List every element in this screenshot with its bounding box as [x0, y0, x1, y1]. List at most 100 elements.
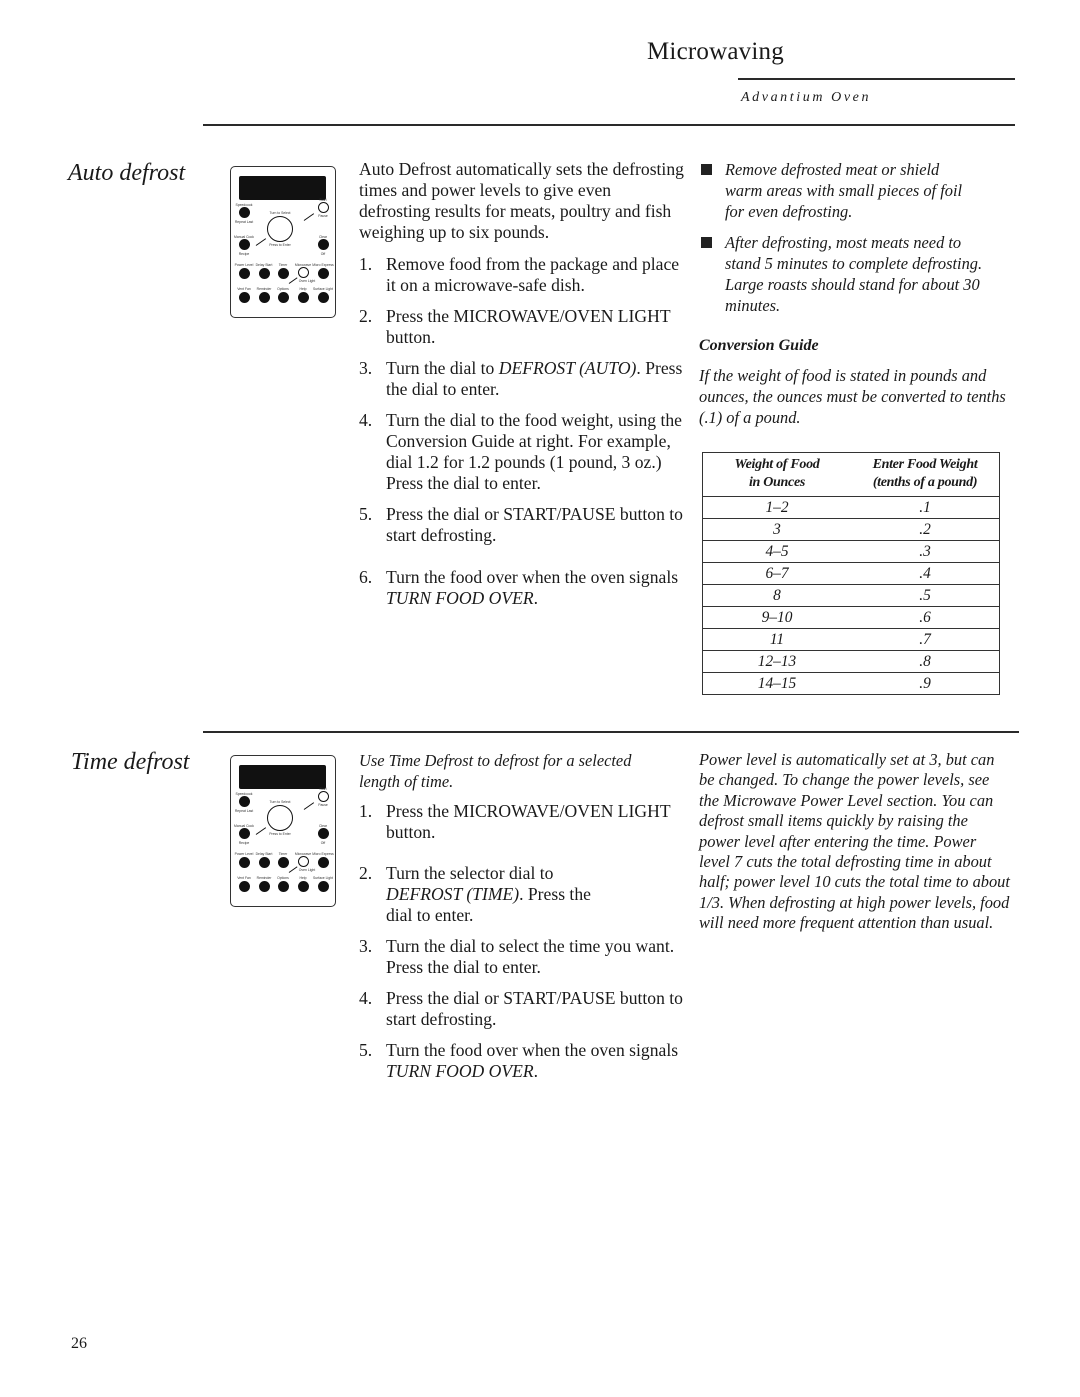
tenths-cell: .2: [851, 518, 1000, 541]
step-item: 4. Press the dial or START/PAUSE button …: [359, 988, 683, 1029]
auto-defrost-steps: 1. Remove food from the package and plac…: [359, 254, 684, 609]
arrow-icon: [303, 213, 315, 221]
vent-fan-button-icon: [239, 881, 250, 892]
tenths-cell: .6: [851, 606, 1000, 629]
tenths-cell: .1: [851, 496, 1000, 519]
page-number: 26: [71, 1335, 87, 1352]
header-rule: [738, 78, 1015, 80]
panel-label: Repeat Last: [234, 809, 254, 813]
panel-label: Press to Enter: [269, 832, 291, 836]
delay-start-button-icon: [259, 857, 270, 868]
help-button-icon: [298, 292, 309, 303]
options-button-icon: [278, 881, 289, 892]
ounces-cell: 3: [702, 518, 851, 541]
ounces-cell: 14–15: [702, 672, 851, 695]
ounces-cell: 6–7: [702, 562, 851, 585]
microwave-button-icon: [298, 856, 309, 867]
panel-label: Delay Start: [255, 263, 273, 267]
panel-label: Vent Fan: [237, 876, 251, 880]
step-item: 3. Turn the dial to select the time you …: [359, 936, 675, 977]
power-level-button-icon: [239, 268, 250, 279]
step-item: 3. Turn the dial to DEFROST (AUTO). Pres…: [359, 358, 683, 399]
panel-label: Timer: [278, 852, 288, 856]
panel-label: Options: [277, 287, 289, 291]
emphasis: DEFROST (TIME): [386, 884, 520, 904]
clear-button-icon: [318, 828, 329, 839]
speedcook-button-icon: [239, 207, 250, 218]
step-item: 2. Turn the selector dial to DEFROST (TI…: [359, 863, 591, 925]
column-header: Enter Food Weight (tenths of a pound): [872, 457, 978, 490]
ounces-cell: 9–10: [702, 606, 851, 629]
selector-dial-icon: [267, 216, 293, 242]
ounces-cell: 4–5: [702, 540, 851, 563]
time-defrost-steps: 1. Press the MICROWAVE/OVEN LIGHT button…: [359, 801, 684, 1082]
table-row: 4–5.3: [702, 540, 1000, 563]
square-bullet-icon: [701, 237, 712, 248]
tenths-cell: .9: [851, 672, 1000, 695]
micro-express-button-icon: [318, 857, 329, 868]
step-item: 4. Turn the dial to the food weight, usi…: [359, 410, 682, 493]
microwave-button-icon: [298, 267, 309, 278]
panel-label: Off: [320, 252, 326, 256]
ounces-cell: 1–2: [702, 496, 851, 519]
reminder-button-icon: [259, 881, 270, 892]
panel-label: Help: [299, 876, 307, 880]
manual-cook-button-icon: [239, 239, 250, 250]
table-row: 9–10.6: [702, 606, 1000, 629]
table-row: 6–7.4: [702, 562, 1000, 585]
panel-label: Timer: [278, 263, 288, 267]
clear-button-icon: [318, 239, 329, 250]
table-header-row: Weight of Food in Ounces Enter Food Weig…: [703, 453, 1000, 497]
panel-label: Turn to Select: [269, 211, 291, 215]
tenths-cell: .8: [851, 650, 1000, 673]
delay-start-button-icon: [259, 268, 270, 279]
panel-label: Repeat Last: [234, 220, 254, 224]
reminder-button-icon: [259, 292, 270, 303]
auto-defrost-intro: Auto Defrost automatically sets the defr…: [359, 159, 684, 242]
conversion-table-body: 1–2.1 3.2 4–5.3 6–7.4 8.5 9–10.6 11.7 12–13.8 14…: [702, 496, 1000, 695]
ounces-cell: 8: [702, 584, 851, 607]
panel-label: Recipe: [238, 841, 250, 845]
start-button-icon: [318, 791, 329, 802]
panel-label: Off: [320, 841, 326, 845]
table-row: 14–15.9: [702, 672, 1000, 695]
tenths-cell: .5: [851, 584, 1000, 607]
tip-item: After defrosting, most meats need to sta…: [699, 232, 987, 316]
conversion-table-wrapper: Weight of Food in Ounces Enter Food Weig…: [702, 452, 1000, 695]
time-defrost-heading: Time defrost: [71, 749, 190, 775]
tip-item: Remove defrosted meat or shield warm are…: [699, 159, 980, 222]
ounces-cell: 12–13: [702, 650, 851, 673]
timer-button-icon: [278, 857, 289, 868]
panel-display: [239, 176, 326, 200]
ounces-cell: 11: [702, 628, 851, 651]
panel-label: Micro Express: [312, 263, 334, 267]
timer-button-icon: [278, 268, 289, 279]
manual-cook-button-icon: [239, 828, 250, 839]
tenths-cell: .7: [851, 628, 1000, 651]
panel-label: Surface Light: [313, 287, 333, 291]
power-level-button-icon: [239, 857, 250, 868]
surface-light-button-icon: [318, 292, 329, 303]
control-panel-illustration: Speedcook Repeat Last Turn to Select Pre…: [230, 166, 336, 318]
panel-label: Oven Light: [298, 868, 316, 872]
panel-label: Press to Enter: [269, 243, 291, 247]
panel-label: Help: [299, 287, 307, 291]
micro-express-button-icon: [318, 268, 329, 279]
table-row: 1–2.1: [702, 496, 1000, 519]
panel-label: Oven Light: [298, 279, 316, 283]
time-defrost-column: Use Time Defrost to defrost for a select…: [359, 750, 684, 1082]
surface-light-button-icon: [318, 881, 329, 892]
panel-label: Options: [277, 876, 289, 880]
panel-label: Micro Express: [312, 852, 334, 856]
conversion-guide-title: Conversion Guide: [699, 337, 819, 354]
table-row: 8.5: [702, 584, 1000, 607]
tenths-cell: .3: [851, 540, 1000, 563]
panel-label: Recipe: [238, 252, 250, 256]
start-button-icon: [318, 202, 329, 213]
panel-label: Reminder: [256, 876, 272, 880]
section-divider: [203, 731, 1019, 733]
table-row: 3.2: [702, 518, 1000, 541]
auto-defrost-tips-column: Remove defrosted meat or shield warm are…: [699, 159, 1014, 428]
conversion-table: Weight of Food in Ounces Enter Food Weig…: [702, 452, 1000, 695]
page-section-title: Microwaving: [647, 38, 784, 65]
